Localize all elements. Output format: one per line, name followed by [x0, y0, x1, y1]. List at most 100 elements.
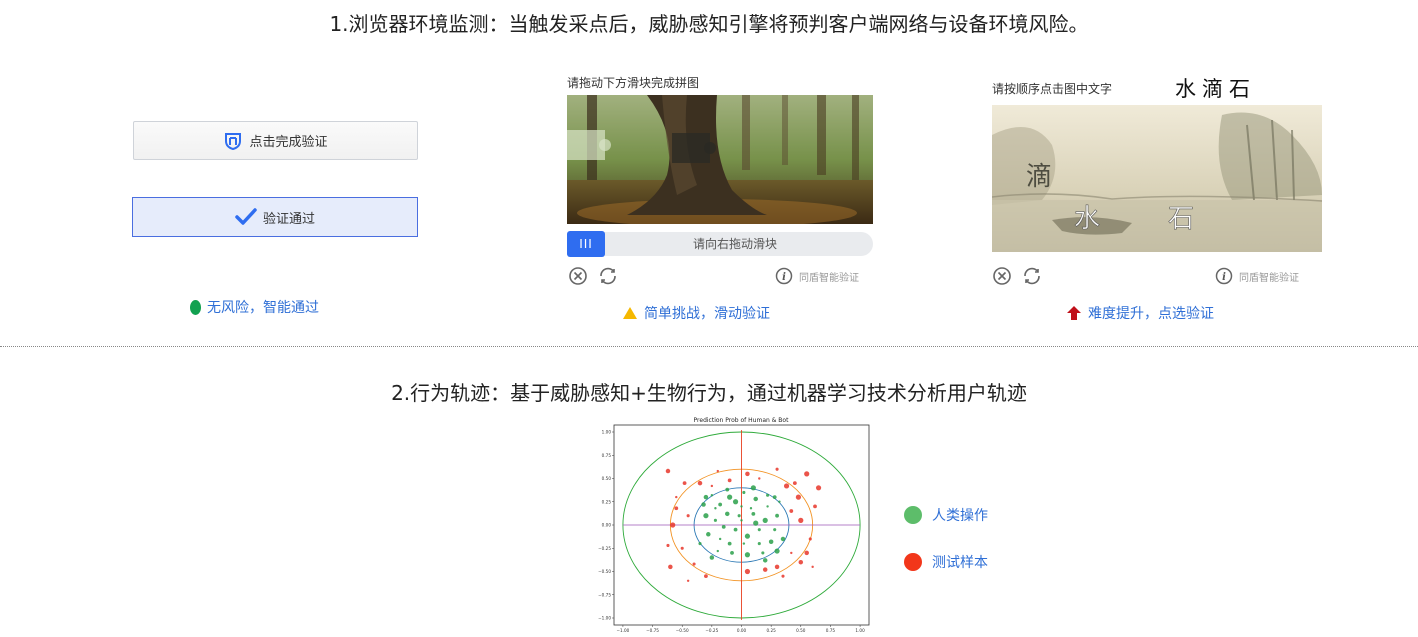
chart-point — [751, 511, 756, 516]
chart-point — [742, 490, 746, 494]
chart-point — [792, 481, 797, 486]
close-icon[interactable] — [992, 266, 1012, 286]
click-verify-label: 点击完成验证 — [249, 135, 328, 150]
chart-point — [727, 541, 732, 546]
chart-point — [727, 494, 733, 500]
chart-point — [761, 551, 765, 555]
chart-point — [740, 519, 743, 522]
info-icon[interactable]: i — [1215, 267, 1233, 285]
chart-point — [692, 562, 696, 566]
chart-x-tick-label: 0.75 — [826, 628, 836, 633]
chart-y-tick-label: 0.75 — [602, 453, 612, 458]
chart-point — [808, 537, 812, 541]
chart-point — [753, 520, 759, 526]
target-characters: 水滴石 — [1175, 77, 1256, 101]
image-char-3[interactable]: 石 — [1168, 204, 1195, 235]
chart-point — [804, 471, 810, 477]
status-slide: 简单挑战，滑动验证 — [622, 303, 770, 323]
chart-point — [749, 507, 753, 510]
chart-y-tick-label: −0.75 — [598, 592, 611, 597]
chart-y-tick-label: −0.50 — [598, 569, 611, 574]
svg-text:i: i — [782, 272, 786, 283]
click-brand: i 同盾智能验证 — [1215, 267, 1299, 285]
chart-point — [666, 543, 670, 548]
chart-point — [766, 505, 769, 508]
chart-point — [718, 502, 723, 507]
chart-point — [710, 494, 714, 497]
chart-point — [674, 506, 679, 511]
chart-point — [680, 546, 684, 550]
chart-point — [774, 564, 780, 570]
click-brand-text: 同盾智能验证 — [1239, 272, 1299, 284]
legend-test-label: 测试样本 — [932, 555, 988, 571]
verify-passed-button[interactable]: 验证通过 — [132, 197, 418, 237]
chart-point — [686, 514, 690, 518]
chart-x-tick-label: −1.00 — [617, 628, 630, 633]
close-icon[interactable] — [568, 266, 588, 286]
chart-point — [670, 522, 676, 528]
chart-point — [727, 478, 732, 483]
image-char-2[interactable]: 水 — [1074, 204, 1101, 235]
chart-x-tick-label: −0.25 — [705, 628, 718, 633]
chart-point — [778, 500, 781, 503]
status-no-risk-text: 无风险，智能通过 — [207, 300, 319, 316]
chart-x-tick-label: 0.00 — [737, 628, 747, 633]
chart-point — [732, 499, 739, 505]
status-slide-text: 简单挑战，滑动验证 — [644, 306, 770, 322]
chart-point — [768, 539, 774, 544]
legend-test: 测试样本 — [904, 552, 988, 572]
chart-point — [668, 564, 673, 570]
chart-title: Prediction Prob of Human & Bot — [694, 417, 790, 424]
chart-point — [775, 467, 779, 471]
legend-human-label: 人类操作 — [932, 508, 988, 524]
chart-point — [750, 485, 756, 491]
chart-point — [789, 509, 794, 513]
chart-y-tick-label: 0.00 — [602, 523, 612, 528]
chart-point — [675, 495, 678, 499]
chart-point — [716, 549, 719, 553]
chart-point — [762, 558, 768, 563]
slide-brand: i 同盾智能验证 — [775, 267, 859, 285]
status-click: 难度提升，点选验证 — [1066, 303, 1214, 323]
chart-point — [757, 542, 761, 546]
refresh-icon[interactable] — [1021, 266, 1043, 286]
chart-point — [798, 517, 804, 523]
chart-point — [737, 514, 741, 518]
chart-point — [762, 517, 768, 523]
chart-point — [742, 542, 746, 545]
image-char-1[interactable]: 滴 — [1026, 162, 1052, 192]
chart-y-tick-label: 0.25 — [602, 499, 612, 504]
chart-point — [772, 495, 777, 499]
slider-handle[interactable]: III — [567, 231, 605, 257]
chart-y-tick-label: −1.00 — [598, 616, 611, 621]
refresh-icon[interactable] — [597, 266, 619, 286]
verify-passed-label: 验证通过 — [262, 211, 315, 227]
chart-point — [706, 532, 711, 537]
warning-triangle-icon — [623, 307, 637, 319]
chart-point — [744, 533, 751, 539]
section1-title: 1.浏览器环境监测：当触发采点后，威胁感知引擎将预判客户端网络与设备环境风险。 — [329, 12, 1089, 36]
chart-point — [815, 485, 822, 491]
chart-point — [701, 502, 706, 507]
chart-point — [766, 493, 770, 497]
chart-point — [721, 524, 726, 529]
chart-point — [697, 480, 703, 486]
slide-captcha-image — [567, 95, 873, 224]
chart-point — [757, 528, 761, 532]
legend-human: 人类操作 — [904, 505, 988, 525]
chart-point — [665, 468, 671, 474]
click-verify-button[interactable]: 点击完成验证 — [133, 121, 418, 160]
chart-point — [703, 513, 709, 519]
chart-point — [775, 513, 779, 518]
legend-test-dot — [904, 553, 922, 571]
chart-point — [774, 548, 780, 554]
info-icon[interactable]: i — [775, 267, 793, 285]
status-no-risk: 无风险，智能通过 — [190, 297, 319, 317]
slide-captcha-label: 请拖动下方滑块完成拼图 — [567, 76, 700, 90]
chart-point — [718, 537, 722, 541]
chart-point — [703, 494, 709, 500]
prediction-chart: Prediction Prob of Human & Bot −1.00 −0.7… — [598, 417, 870, 633]
chart-point — [744, 552, 751, 558]
chart-x-tick-label: −0.75 — [646, 628, 659, 633]
chart-point — [758, 477, 761, 480]
